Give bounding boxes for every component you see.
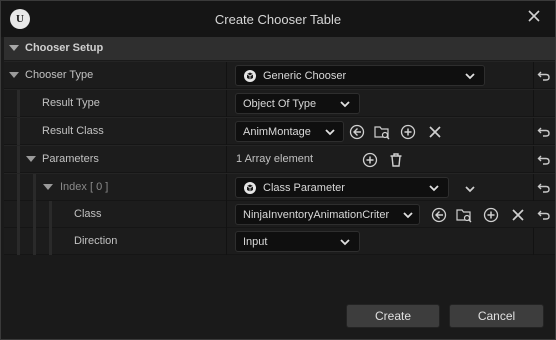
details-panel: Chooser Setup Chooser Type Generic Choos… bbox=[4, 37, 555, 255]
reset-to-default-icon[interactable] bbox=[537, 125, 551, 139]
browse-icon[interactable] bbox=[374, 124, 390, 140]
collapse-arrow-icon[interactable] bbox=[9, 45, 19, 51]
delete-icon[interactable] bbox=[388, 152, 404, 168]
direction-combo[interactable]: Input bbox=[235, 231, 360, 252]
class-value: NinjaInventoryAnimationCriter bbox=[243, 209, 390, 221]
add-icon[interactable] bbox=[483, 207, 499, 223]
result-class-value: AnimMontage bbox=[243, 126, 311, 138]
chooser-type-label: Chooser Type bbox=[25, 69, 94, 81]
use-selected-icon[interactable] bbox=[349, 124, 365, 140]
row-chooser-type: Chooser Type Generic Chooser bbox=[4, 62, 555, 89]
section-label: Chooser Setup bbox=[25, 42, 104, 54]
row-result-class: Result Class AnimMontage bbox=[4, 118, 555, 145]
class-combo[interactable]: NinjaInventoryAnimationCriter bbox=[235, 204, 420, 225]
add-icon[interactable] bbox=[362, 152, 378, 168]
parameters-label: Parameters bbox=[42, 153, 99, 165]
direction-value: Input bbox=[243, 236, 268, 248]
clear-icon[interactable] bbox=[427, 124, 443, 140]
title-bar: U Create Chooser Table bbox=[1, 1, 555, 37]
chevron-down-icon bbox=[340, 101, 350, 108]
reset-to-default-icon[interactable] bbox=[537, 153, 551, 167]
expand-arrow-icon[interactable] bbox=[43, 184, 53, 190]
reset-to-default-icon[interactable] bbox=[537, 69, 551, 83]
row-direction: Direction Input bbox=[4, 228, 555, 255]
index-label: Index [ 0 ] bbox=[60, 181, 109, 193]
direction-label: Direction bbox=[74, 235, 118, 247]
chooser-type-combo[interactable]: Generic Chooser bbox=[235, 65, 485, 86]
chevron-down-icon bbox=[325, 129, 335, 136]
add-icon[interactable] bbox=[400, 124, 416, 140]
row-class: Class NinjaInventoryAnimationCriter bbox=[4, 201, 555, 228]
class-label: Class bbox=[74, 208, 102, 220]
chevron-down-icon bbox=[465, 73, 475, 80]
expand-arrow-icon[interactable] bbox=[26, 156, 36, 162]
index-parameter-combo[interactable]: Class Parameter bbox=[235, 177, 449, 198]
row-parameters: Parameters 1 Array element bbox=[4, 146, 555, 173]
result-class-combo[interactable]: AnimMontage bbox=[235, 121, 344, 142]
result-type-value: Object Of Type bbox=[243, 98, 317, 110]
cancel-button[interactable]: Cancel bbox=[449, 304, 544, 328]
create-chooser-table-dialog: U Create Chooser Table Chooser Setup Cho… bbox=[0, 0, 556, 340]
row-result-type: Result Type Object Of Type bbox=[4, 90, 555, 117]
reset-to-default-icon[interactable] bbox=[537, 181, 551, 195]
browse-icon[interactable] bbox=[456, 207, 472, 223]
result-class-label: Result Class bbox=[42, 125, 104, 137]
expand-arrow-icon[interactable] bbox=[9, 72, 19, 78]
result-type-combo[interactable]: Object Of Type bbox=[235, 93, 360, 114]
chevron-down-icon bbox=[340, 239, 350, 246]
chooser-setup-section[interactable]: Chooser Setup bbox=[4, 37, 555, 61]
chevron-down-icon bbox=[429, 185, 439, 192]
index-parameter-value: Class Parameter bbox=[263, 182, 345, 194]
use-selected-icon[interactable] bbox=[431, 207, 447, 223]
close-button[interactable] bbox=[523, 5, 545, 27]
chevron-down-icon[interactable] bbox=[462, 181, 478, 197]
chooser-type-value: Generic Chooser bbox=[263, 70, 347, 82]
close-icon bbox=[528, 10, 540, 22]
row-index-0: Index [ 0 ] Class Parameter bbox=[4, 174, 555, 201]
chevron-down-icon bbox=[403, 212, 413, 219]
reset-to-default-icon[interactable] bbox=[537, 208, 551, 222]
dialog-title: Create Chooser Table bbox=[214, 12, 342, 27]
clear-icon[interactable] bbox=[510, 207, 526, 223]
dialog-footer: Create Cancel bbox=[1, 255, 555, 339]
create-button[interactable]: Create bbox=[346, 304, 440, 328]
chooser-icon bbox=[244, 182, 256, 194]
parameters-count: 1 Array element bbox=[236, 153, 314, 165]
chooser-icon bbox=[244, 70, 256, 82]
result-type-label: Result Type bbox=[42, 97, 100, 109]
